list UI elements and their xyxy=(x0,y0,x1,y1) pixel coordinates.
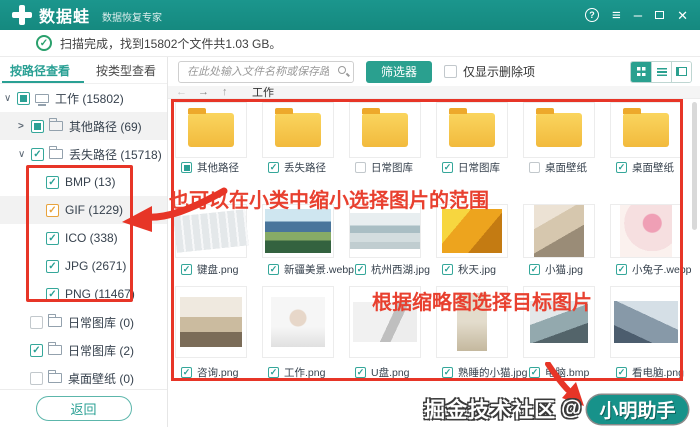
maximize-icon[interactable] xyxy=(655,11,665,19)
nav-back-icon[interactable]: ← xyxy=(176,86,198,98)
tree-item-desktop-wallpaper[interactable]: 桌面壁纸 (0) xyxy=(0,364,167,392)
show-deleted-label: 仅显示删除项 xyxy=(463,65,536,79)
list-view-icon xyxy=(656,67,667,76)
watermark-handle-badge: 小明助手 xyxy=(587,394,688,424)
tree-item-daily-library-2[interactable]: 日常图库 (2) xyxy=(0,336,167,364)
view-toggle xyxy=(630,60,692,83)
tab-view-by-type[interactable]: 按类型查看 xyxy=(90,62,162,79)
tree-item-lost-paths[interactable]: 丢失路径 (15718) xyxy=(0,140,167,168)
scan-result-text: 扫描完成，找到15802个文件共1.03 GB。 xyxy=(60,36,282,51)
folder-icon xyxy=(48,342,62,355)
tree-item-label: 日常图库 (2) xyxy=(68,343,135,358)
search-input[interactable] xyxy=(178,60,354,83)
app-subtitle: 数据恢复专家 xyxy=(102,13,163,24)
search-icon xyxy=(338,65,346,74)
tree-item-work[interactable]: 工作 (15802) xyxy=(0,84,167,112)
filter-button[interactable]: 筛选器 xyxy=(366,60,433,83)
tree-item-label: 丢失路径 (15718) xyxy=(69,147,162,162)
sidebar-tabs: 按路径查看 按类型查看 xyxy=(0,57,167,84)
grid-view-button[interactable] xyxy=(631,61,651,82)
vertical-scrollbar[interactable] xyxy=(692,102,697,230)
chevron-down-icon[interactable] xyxy=(4,93,17,104)
watermark-community: 掘金技术社区 xyxy=(424,399,556,422)
folder-icon xyxy=(48,314,62,327)
watermark: 掘金技术社区 @ 小明助手 xyxy=(424,394,688,424)
app-name: 数据蛙 xyxy=(39,9,91,26)
breadcrumb-bar: ← → ↑ 工作 xyxy=(168,86,700,99)
help-icon[interactable]: ? xyxy=(584,8,599,22)
checkbox[interactable] xyxy=(30,315,43,329)
annotation-arrow-left-icon xyxy=(122,187,228,232)
back-button[interactable]: 返回 xyxy=(35,396,132,421)
breadcrumb-path: 工作 xyxy=(252,87,274,99)
tree-item-label: 日常图库 (0) xyxy=(68,315,135,330)
chevron-down-icon[interactable] xyxy=(18,149,31,160)
titlebar: 数据蛙 数据恢复专家 ? ≡ – ✕ xyxy=(0,0,700,30)
checkbox[interactable] xyxy=(30,343,43,357)
at-sign: @ xyxy=(561,397,583,420)
grid-view-icon xyxy=(636,67,646,76)
tree-item-label: 工作 (15802) xyxy=(55,91,124,106)
chevron-right-icon[interactable] xyxy=(18,121,31,132)
preview-view-button[interactable] xyxy=(671,61,691,82)
app-logo-icon xyxy=(12,5,32,25)
close-icon[interactable]: ✕ xyxy=(677,9,688,22)
main-toolbar: 筛选器 仅显示删除项 xyxy=(168,57,700,86)
list-view-button[interactable] xyxy=(651,61,671,82)
menu-icon[interactable]: ≡ xyxy=(612,8,621,23)
active-tab-underline xyxy=(2,81,84,83)
checkbox[interactable] xyxy=(17,91,30,105)
minimize-icon[interactable]: – xyxy=(634,8,642,23)
annotation-note-2: 根据缩略图选择目标图片 xyxy=(372,292,592,314)
folder-icon xyxy=(49,146,63,159)
tree-item-daily-library-1[interactable]: 日常图库 (0) xyxy=(0,308,167,336)
scan-status-bar: ✓ 扫描完成，找到15802个文件共1.03 GB。 xyxy=(0,30,700,57)
tree-item-label: 桌面壁纸 (0) xyxy=(68,371,135,386)
computer-icon xyxy=(35,93,49,106)
checkbox[interactable] xyxy=(31,119,44,133)
annotation-box-grid xyxy=(171,99,683,381)
check-circle-icon: ✓ xyxy=(36,35,52,51)
folder-icon xyxy=(48,370,62,383)
tab-view-by-path[interactable]: 按路径查看 xyxy=(4,62,76,79)
nav-up-icon[interactable]: ↑ xyxy=(222,86,248,98)
tree-item-other-paths[interactable]: 其他路径 (69) xyxy=(0,112,167,140)
show-deleted-checkbox[interactable] xyxy=(444,65,458,78)
nav-forward-icon[interactable]: → xyxy=(198,86,222,98)
preview-view-icon xyxy=(676,67,687,76)
tree-item-label: 其他路径 (69) xyxy=(69,119,142,134)
sidebar-footer: 返回 xyxy=(0,389,167,427)
folder-icon xyxy=(49,118,63,131)
checkbox[interactable] xyxy=(30,371,43,385)
checkbox[interactable] xyxy=(31,147,44,161)
